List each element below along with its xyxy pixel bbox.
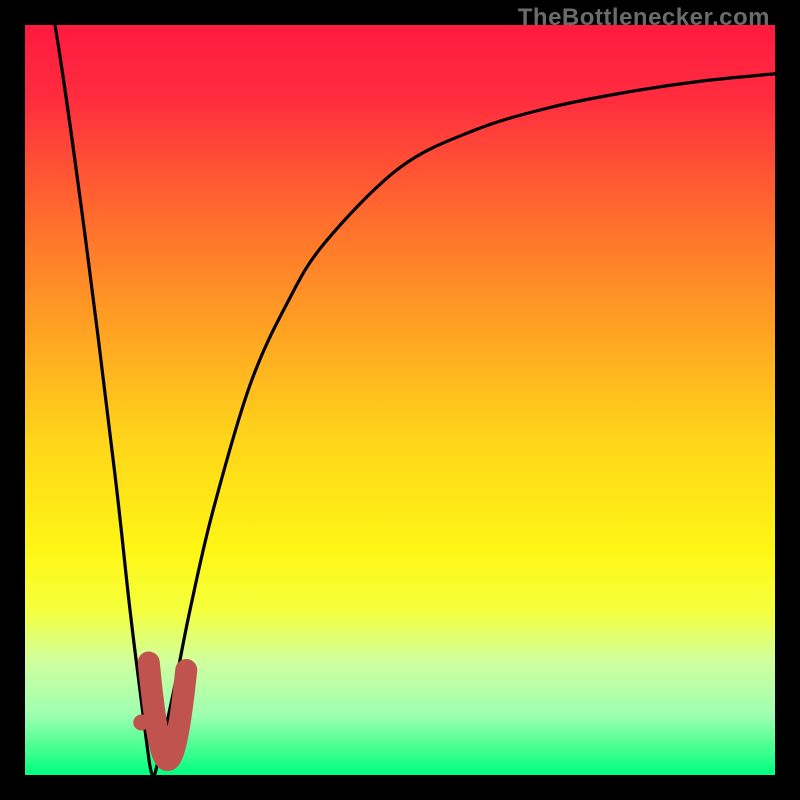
chart-svg xyxy=(25,25,775,775)
plot-area xyxy=(25,25,775,775)
chart-frame: TheBottlenecker.com xyxy=(0,0,800,800)
cursor-dot-icon xyxy=(133,715,149,731)
